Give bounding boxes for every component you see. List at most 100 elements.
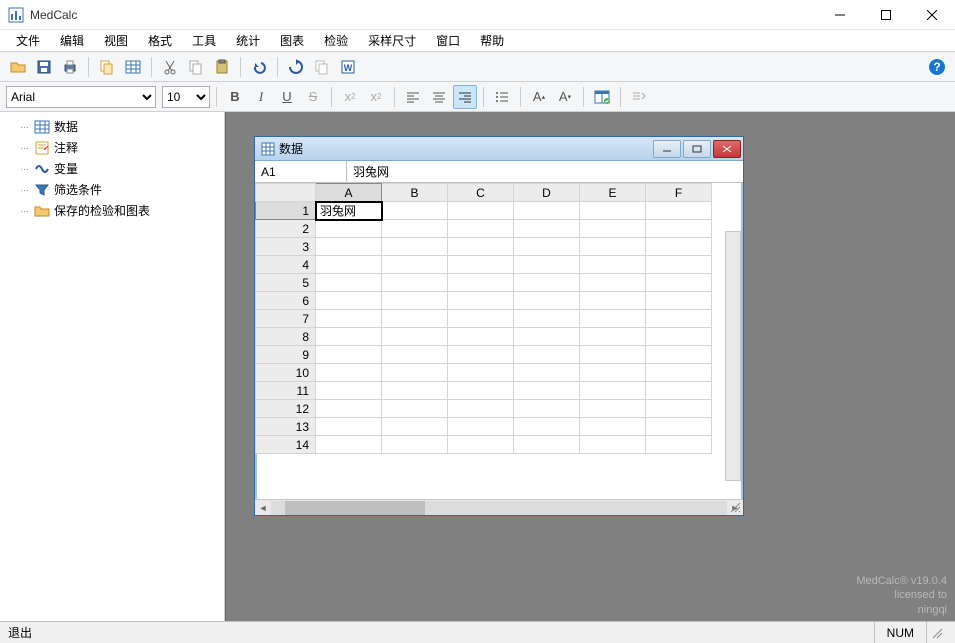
grid-cell[interactable]	[646, 400, 712, 418]
menu-item[interactable]: 图表	[270, 30, 314, 51]
column-header[interactable]: D	[514, 184, 580, 202]
spreadsheet-button[interactable]	[121, 55, 145, 79]
grid-cell[interactable]	[580, 400, 646, 418]
underline-button[interactable]: U	[275, 85, 299, 109]
grid-cell[interactable]	[316, 400, 382, 418]
align-center-button[interactable]	[427, 85, 451, 109]
grid-cell[interactable]	[514, 346, 580, 364]
copy-sheet-button[interactable]	[95, 55, 119, 79]
grid-cell[interactable]	[382, 436, 448, 454]
table-format-button[interactable]	[590, 85, 614, 109]
grid-cell[interactable]	[448, 400, 514, 418]
row-header[interactable]: 11	[256, 382, 316, 400]
grid-cell[interactable]	[646, 274, 712, 292]
grid-cell[interactable]	[514, 202, 580, 220]
grid-cell[interactable]	[448, 436, 514, 454]
tree-item[interactable]: ···数据	[0, 116, 224, 137]
grid-cell[interactable]	[646, 328, 712, 346]
menu-item[interactable]: 帮助	[470, 30, 514, 51]
superscript-button[interactable]: x2	[364, 85, 388, 109]
italic-button[interactable]: I	[249, 85, 273, 109]
grid-cell[interactable]	[580, 202, 646, 220]
grid-cell[interactable]	[646, 202, 712, 220]
refresh-button[interactable]	[284, 55, 308, 79]
row-header[interactable]: 3	[256, 238, 316, 256]
subscript-button[interactable]: x2	[338, 85, 362, 109]
row-header[interactable]: 13	[256, 418, 316, 436]
vertical-scrollbar[interactable]	[725, 231, 741, 481]
grid-cell[interactable]	[514, 238, 580, 256]
grid-cell[interactable]	[382, 292, 448, 310]
grid-cell[interactable]	[382, 256, 448, 274]
column-header[interactable]: E	[580, 184, 646, 202]
grid-cell[interactable]	[316, 310, 382, 328]
grid-cell[interactable]	[514, 382, 580, 400]
select-all-corner[interactable]	[256, 184, 316, 202]
grid-cell[interactable]	[448, 274, 514, 292]
bold-button[interactable]: B	[223, 85, 247, 109]
grid-cell[interactable]	[646, 292, 712, 310]
grid-cell[interactable]	[646, 256, 712, 274]
grid-cell[interactable]	[382, 310, 448, 328]
grid-cell[interactable]	[448, 202, 514, 220]
grid-cell[interactable]	[580, 292, 646, 310]
grid-cell[interactable]	[580, 238, 646, 256]
menu-item[interactable]: 视图	[94, 30, 138, 51]
grid-cell[interactable]	[316, 256, 382, 274]
grid-cell[interactable]	[514, 256, 580, 274]
tree-item[interactable]: ···变量	[0, 158, 224, 179]
resize-grip-icon[interactable]	[729, 501, 741, 513]
grid-cell[interactable]	[382, 220, 448, 238]
row-header[interactable]: 6	[256, 292, 316, 310]
row-header[interactable]: 12	[256, 400, 316, 418]
save-button[interactable]	[32, 55, 56, 79]
menu-item[interactable]: 窗口	[426, 30, 470, 51]
grid-cell[interactable]	[646, 418, 712, 436]
grid-cell[interactable]	[448, 328, 514, 346]
print-button[interactable]	[58, 55, 82, 79]
list-button[interactable]	[490, 85, 514, 109]
align-left-button[interactable]	[401, 85, 425, 109]
minimize-button[interactable]	[817, 0, 863, 30]
grid-cell[interactable]	[316, 418, 382, 436]
increase-font-button[interactable]: A▴	[527, 85, 551, 109]
tree-item[interactable]: ···注释	[0, 137, 224, 158]
copy-doc-button[interactable]	[310, 55, 334, 79]
grid-cell[interactable]	[382, 328, 448, 346]
menu-item[interactable]: 文件	[6, 30, 50, 51]
grid-cell[interactable]	[382, 202, 448, 220]
grid-cell[interactable]	[646, 364, 712, 382]
row-header[interactable]: 1	[256, 202, 316, 220]
row-header[interactable]: 4	[256, 256, 316, 274]
row-header[interactable]: 7	[256, 310, 316, 328]
grid-cell[interactable]	[316, 328, 382, 346]
grid-cell[interactable]	[580, 310, 646, 328]
column-header[interactable]: A	[316, 184, 382, 202]
grid-cell[interactable]	[580, 382, 646, 400]
strikethrough-button[interactable]: S	[301, 85, 325, 109]
row-header[interactable]: 8	[256, 328, 316, 346]
grid-cell[interactable]	[646, 310, 712, 328]
grid-cell[interactable]	[580, 274, 646, 292]
grid-cell[interactable]	[580, 418, 646, 436]
grid-cell[interactable]	[580, 346, 646, 364]
grid-cell[interactable]	[580, 436, 646, 454]
grid-cell[interactable]	[382, 418, 448, 436]
grid-cell[interactable]	[382, 400, 448, 418]
menu-item[interactable]: 格式	[138, 30, 182, 51]
grid-cell[interactable]	[448, 292, 514, 310]
tree-item[interactable]: ···筛选条件	[0, 179, 224, 200]
grid-cell[interactable]	[514, 220, 580, 238]
row-header[interactable]: 10	[256, 364, 316, 382]
grid-cell[interactable]	[316, 238, 382, 256]
column-header[interactable]: B	[382, 184, 448, 202]
data-grid[interactable]: ABCDEF1羽兔网234567891011121314	[255, 183, 712, 454]
grid-cell[interactable]	[646, 346, 712, 364]
grid-cell[interactable]	[580, 364, 646, 382]
grid-cell[interactable]	[448, 382, 514, 400]
align-right-button[interactable]	[453, 85, 477, 109]
column-header[interactable]: C	[448, 184, 514, 202]
cut-button[interactable]	[158, 55, 182, 79]
decrease-font-button[interactable]: A▾	[553, 85, 577, 109]
close-button[interactable]	[909, 0, 955, 30]
